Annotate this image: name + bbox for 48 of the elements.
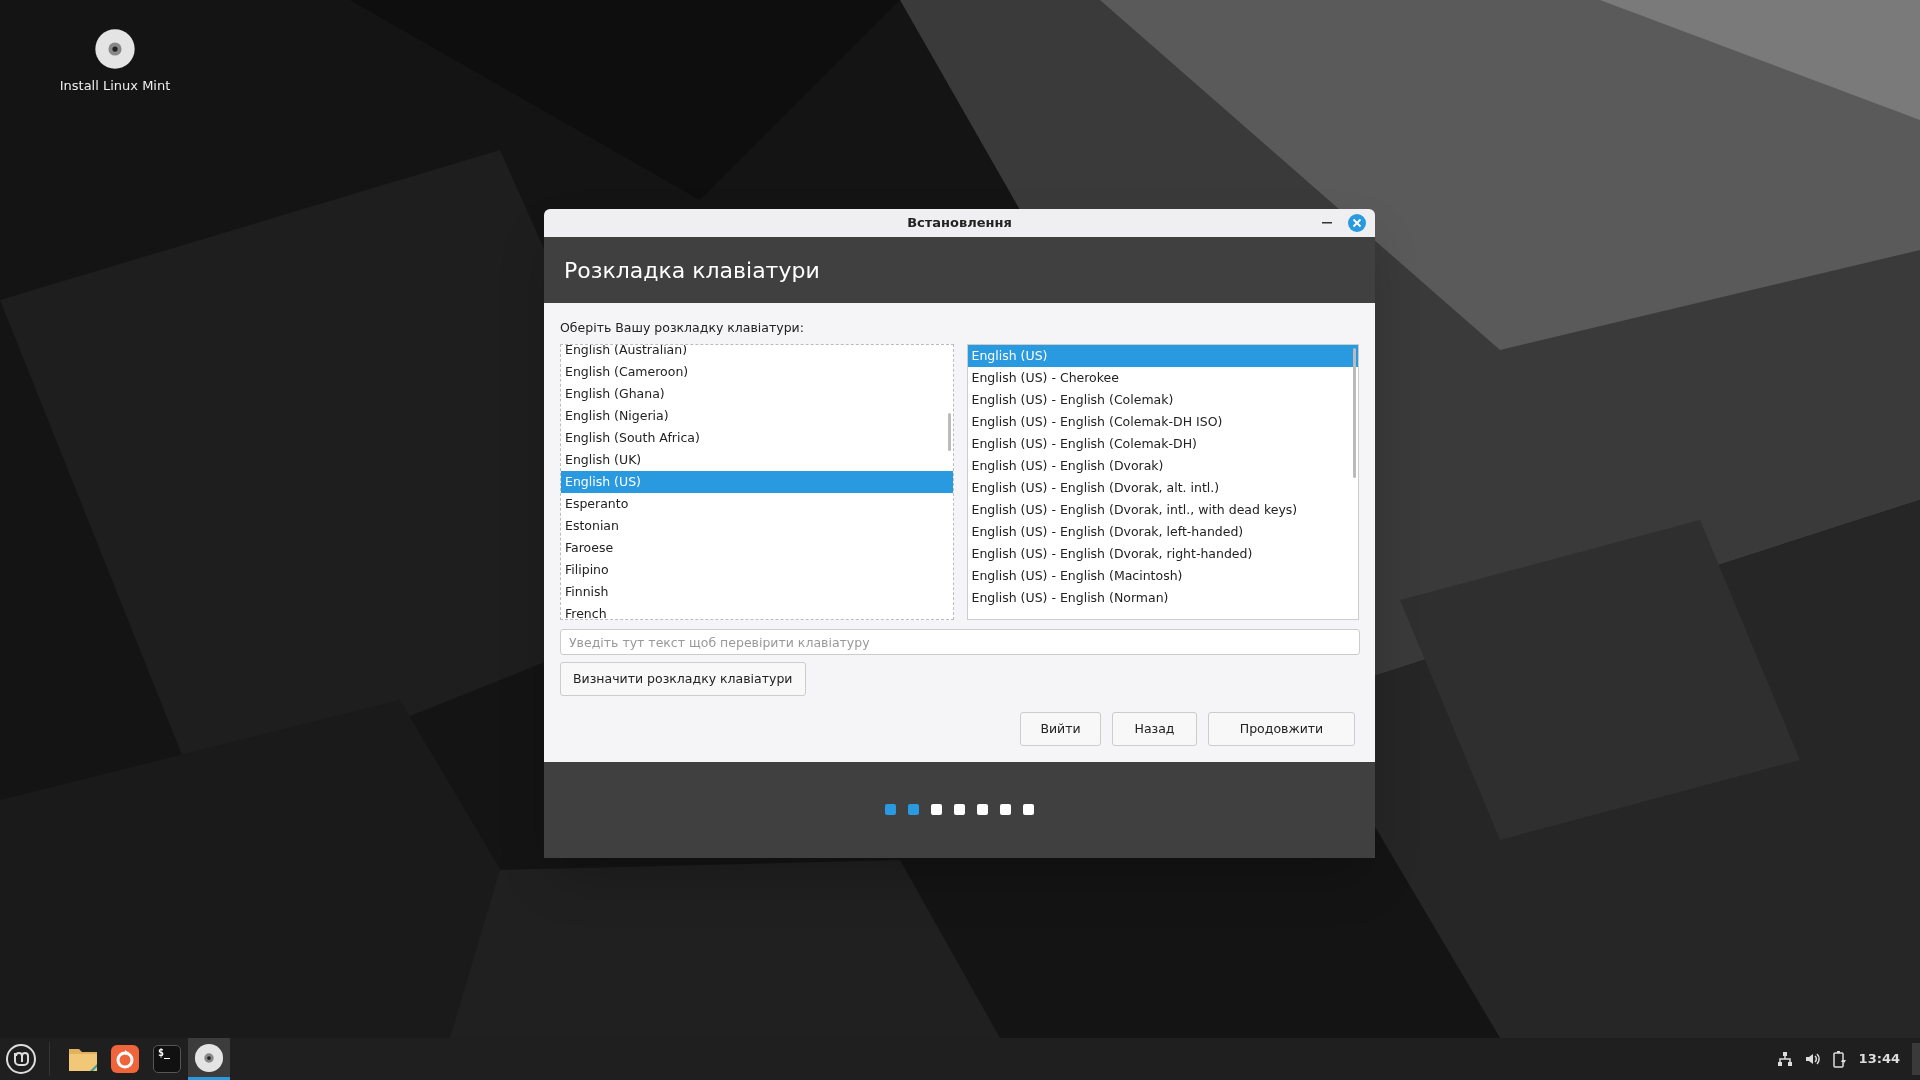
disc-icon[interactable] — [194, 1042, 224, 1073]
test-input-field[interactable]: Уведіть тут текст щоб перевірити клавіатуру — [560, 629, 1360, 655]
list-item[interactable]: Esperanto — [561, 493, 953, 515]
folder-icon[interactable] — [68, 1046, 98, 1072]
list-item[interactable]: English (US) - English (Dvorak, left-handed) — [967, 521, 1358, 543]
list-item[interactable]: English (Nigeria) — [561, 405, 953, 427]
scrollbar-thumb[interactable] — [1352, 348, 1356, 478]
list-item[interactable]: English (US) - English (Dvorak, right-handed) — [967, 543, 1358, 565]
list-item[interactable]: English (US) - English (Dvorak) — [967, 455, 1358, 477]
minimize-icon[interactable] — [1322, 222, 1332, 224]
taskbar-button[interactable]: $_ — [146, 1038, 188, 1080]
list-item[interactable]: English (US) - English (Macintosh) — [967, 565, 1358, 587]
list-item[interactable]: English (South Africa) — [561, 427, 953, 449]
list-item[interactable]: Estonian — [561, 515, 953, 537]
list-item[interactable]: English (US) - English (Colemak-DH ISO) — [967, 411, 1358, 433]
browser-icon[interactable] — [111, 1045, 139, 1073]
list-item[interactable]: English (US) - English (Norman) — [967, 587, 1358, 609]
list-item[interactable]: English (US) - Cherokee — [967, 367, 1358, 389]
list-item[interactable]: English (Australian) — [561, 345, 953, 361]
disc-icon[interactable] — [94, 28, 136, 70]
taskbar-button[interactable] — [188, 1038, 230, 1080]
list-item[interactable]: Filipino — [561, 559, 953, 581]
network-icon[interactable] — [1776, 1051, 1793, 1067]
detect-layout-button[interactable]: Визначити розкладку клавіатури — [560, 662, 806, 696]
scrollbar-thumb[interactable] — [948, 413, 951, 451]
desktop-icon-label[interactable]: Install Linux Mint — [59, 76, 171, 96]
dialog-button[interactable]: Назад — [1112, 712, 1197, 746]
close-icon[interactable] — [1348, 214, 1366, 232]
list-item[interactable]: English (US) - English (Dvorak, intl., with dead keys) — [967, 499, 1358, 521]
volume-icon[interactable] — [1804, 1051, 1821, 1067]
dialog-button[interactable]: Вийти — [1020, 712, 1101, 746]
list-item[interactable]: English (Ghana) — [561, 383, 953, 405]
list-item[interactable]: French — [561, 603, 953, 619]
list-item[interactable]: Finnish — [561, 581, 953, 603]
list-item[interactable]: English (UK) — [561, 449, 953, 471]
terminal-icon[interactable]: $_ — [153, 1045, 181, 1073]
clock[interactable]: 13:44 — [1858, 1049, 1900, 1069]
menu-icon[interactable] — [5, 1043, 37, 1075]
list-item[interactable]: English (US) - English (Colemak) — [967, 389, 1358, 411]
battery-icon[interactable] — [1832, 1050, 1847, 1068]
dialog-button[interactable]: Продовжити — [1208, 712, 1355, 746]
list-item[interactable]: English (Cameroon) — [561, 361, 953, 383]
window-title: Встановлення — [907, 214, 1012, 233]
list-item[interactable]: English (US) - English (Colemak-DH) — [967, 433, 1358, 455]
list-item[interactable]: English (US) - English (Dvorak, alt. intl.) — [967, 477, 1358, 499]
list-item[interactable]: Faroese — [561, 537, 953, 559]
page-heading: Розкладка клавіатури — [564, 256, 820, 285]
prompt-label: Оберіть Вашу розкладку клавіатури: — [560, 320, 805, 336]
